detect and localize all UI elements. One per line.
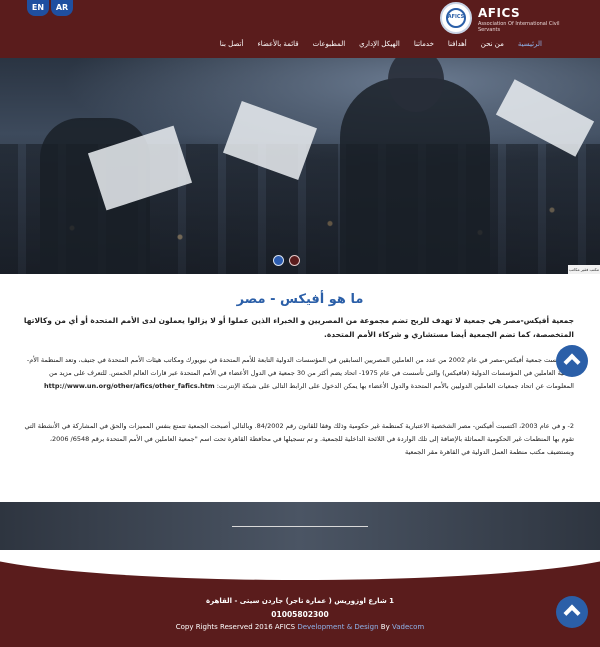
nav-services[interactable]: خدماتنا [414,40,434,52]
copyright-text: Copy Rights Reserved 2016 AFICS [175,623,296,631]
dev-design-link[interactable]: Development & Design [297,623,378,631]
section-title: ما هو أفيكس - مصر [236,292,364,307]
nav-contact[interactable]: أتصل بنا [220,40,244,52]
banner-strip [0,502,600,550]
nav-members[interactable]: قائمة بالأعضاء [257,40,298,52]
nav-publications[interactable]: المطبوعات [313,40,346,52]
scroll-top-button[interactable] [556,596,588,628]
fafics-link[interactable]: http://www.un.org/other/afics/other_fafi… [44,382,215,390]
site-header: EN AR AFICS AFICS Association Of Interna… [0,0,600,58]
slider-dot-2[interactable] [289,255,300,266]
lead-paragraph: جمعية أفيكس-مصر هي جمعية لا تهدف للربح ت… [23,316,574,339]
footer-phone: 01005802300 [271,610,329,619]
copyright-by: By [380,623,390,631]
divider [232,526,368,527]
nav-about[interactable]: من نحن [481,40,504,52]
scroll-top-button[interactable] [556,345,588,377]
chevron-up-icon [563,353,581,371]
chevron-up-icon [563,604,581,622]
site-logo[interactable]: AFICS AFICS Association Of International… [440,2,580,34]
hero-slider [0,58,600,274]
paragraph-2: 2- و في عام 2003، اكتسبت أفيكس- مصر الشخ… [24,422,575,456]
logo-emblem-text: AFICS [447,14,465,20]
slider-dot-1[interactable] [273,255,284,266]
lang-ar-button[interactable]: AR [51,0,73,16]
nav-goals[interactable]: أهدافنا [448,40,467,52]
footer-copyright: Copy Rights Reserved 2016 AFICS Developm… [0,623,600,631]
about-section: ما هو أفيكس - مصر جمعية أفيكس-مصر هي جمع… [0,274,600,502]
nav-structure[interactable]: الهيكل الإداري [359,40,400,52]
footer-address: 1 شارع اوزوريس ( عمارة تاجر) جاردن سيتى … [205,597,395,605]
site-footer: 1 شارع اوزوريس ( عمارة تاجر) جاردن سيتى … [0,550,600,647]
logo-emblem: AFICS [440,2,472,34]
logo-title: AFICS [478,6,521,20]
photo-credit: مكتب فقير مكاتب [568,265,600,274]
lang-en-button[interactable]: EN [27,0,49,16]
nav-home[interactable]: الرئيسية [518,40,542,52]
paragraph-1: 1- تأسست جمعية أفيكس-مصر في عام 2002 من … [22,354,574,393]
vendor-link[interactable]: Vadecom [392,623,424,631]
main-nav: الرئيسية من نحن أهدافنا خدماتنا الهيكل ا… [220,40,542,52]
logo-subtitle: Association Of International Civil Serva… [478,21,560,33]
